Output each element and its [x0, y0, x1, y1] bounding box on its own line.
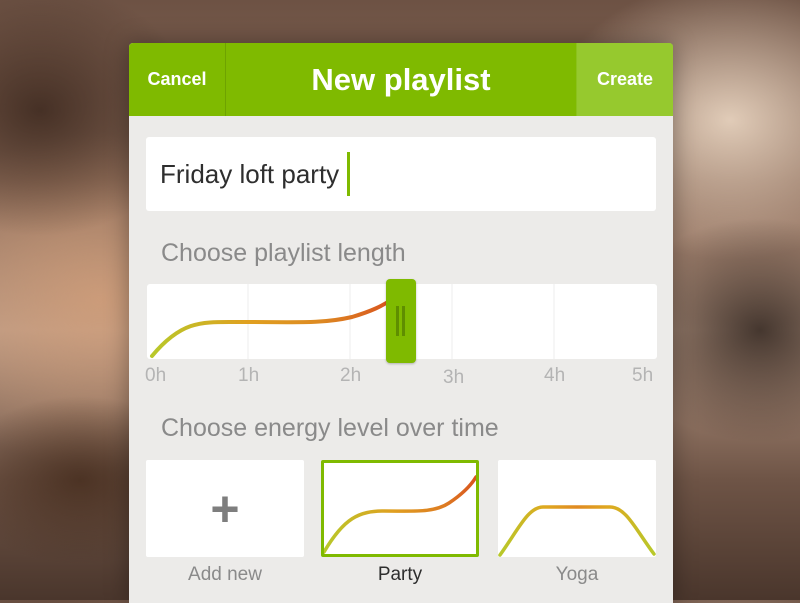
energy-option-label-yoga: Yoga: [555, 564, 599, 585]
party-energy-curve: [324, 475, 476, 554]
cancel-button[interactable]: Cancel: [129, 43, 226, 116]
energy-option-label-party: Party: [377, 564, 423, 585]
length-tick-1h: 1h: [238, 365, 260, 386]
length-tick-2h: 2h: [340, 365, 362, 386]
create-button[interactable]: Create: [576, 43, 673, 116]
energy-option-yoga[interactable]: [498, 460, 656, 557]
length-tick-0h: 0h: [145, 365, 167, 386]
playlist-name-input[interactable]: Friday loft party: [146, 137, 656, 211]
energy-level-label: Choose energy level over time: [161, 414, 499, 442]
navigation-bar: Cancel New playlist Create: [129, 43, 673, 116]
new-playlist-screen: Cancel New playlist Create Friday loft p…: [129, 43, 673, 603]
plus-icon: +: [210, 480, 240, 537]
energy-option-label-add-new: Add new: [188, 564, 262, 585]
energy-option-party[interactable]: [321, 460, 479, 557]
grip-line-icon: [402, 306, 405, 336]
length-tick-3h: 3h: [443, 367, 465, 388]
text-caret: [347, 152, 351, 196]
length-tick-5h: 5h: [632, 365, 654, 386]
playlist-name-value: Friday loft party: [160, 158, 340, 189]
length-curve: [150, 298, 393, 358]
yoga-energy-curve: [498, 505, 656, 557]
grip-line-icon: [396, 306, 399, 336]
energy-option-add-new[interactable]: +: [146, 460, 304, 557]
playlist-length-label: Choose playlist length: [161, 239, 406, 267]
page-title: New playlist: [311, 61, 491, 97]
length-slider-handle[interactable]: [386, 279, 416, 363]
length-tick-4h: 4h: [544, 365, 566, 386]
